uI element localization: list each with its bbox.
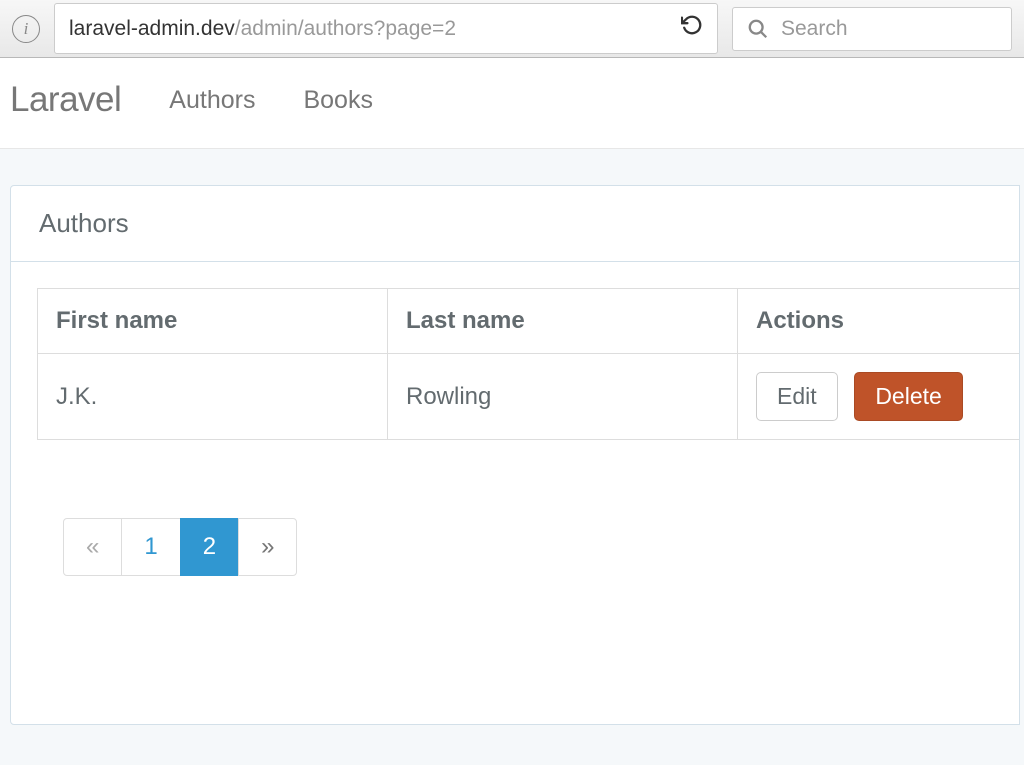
cell-first-name: J.K. (38, 354, 388, 440)
browser-search[interactable]: Search (732, 7, 1012, 51)
cell-last-name: Rowling (388, 354, 738, 440)
authors-table: First name Last name Actions J.K. Rowlin… (37, 288, 1019, 440)
pagination-next[interactable]: » (238, 518, 297, 576)
info-icon[interactable]: i (12, 15, 40, 43)
col-header-last-name: Last name (388, 289, 738, 354)
pagination: « 1 2 » (63, 518, 1019, 576)
col-header-first-name: First name (38, 289, 388, 354)
pagination-prev[interactable]: « (63, 518, 122, 576)
table-row: J.K. Rowling Edit Delete (38, 354, 1020, 440)
nav-link-books[interactable]: Books (303, 86, 372, 115)
pagination-page-2[interactable]: 2 (180, 518, 239, 576)
search-placeholder: Search (781, 17, 848, 41)
url-bar[interactable]: laravel-admin.dev/admin/authors?page=2 (54, 3, 718, 54)
url-path: /admin/authors?page=2 (235, 17, 456, 40)
authors-panel: Authors First name Last name Actions J.K… (10, 185, 1020, 725)
brand[interactable]: Laravel (10, 80, 121, 120)
delete-button[interactable]: Delete (854, 372, 962, 421)
nav-link-authors[interactable]: Authors (169, 86, 255, 115)
panel-title: Authors (11, 186, 1019, 262)
reload-icon[interactable] (671, 14, 703, 43)
url-host: laravel-admin.dev (69, 17, 235, 40)
url-text: laravel-admin.dev/admin/authors?page=2 (69, 17, 456, 41)
col-header-actions: Actions (738, 289, 1020, 354)
search-icon (747, 18, 769, 40)
table-header-row: First name Last name Actions (38, 289, 1020, 354)
pagination-page-1[interactable]: 1 (121, 518, 180, 576)
navbar: Laravel Authors Books (0, 58, 1024, 149)
edit-button[interactable]: Edit (756, 372, 838, 421)
cell-actions: Edit Delete (738, 354, 1020, 440)
browser-toolbar: i laravel-admin.dev/admin/authors?page=2… (0, 0, 1024, 58)
